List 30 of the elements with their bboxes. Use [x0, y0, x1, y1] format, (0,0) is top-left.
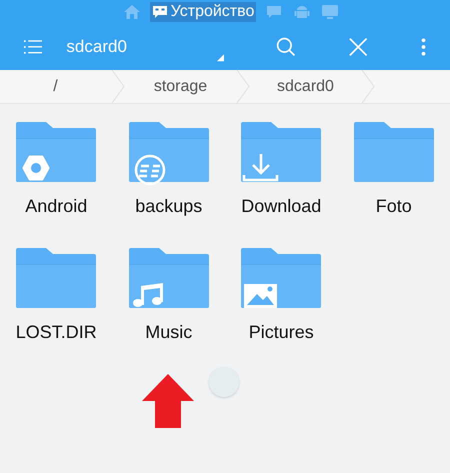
folder-icon[interactable] — [16, 248, 96, 308]
folder-name[interactable]: Pictures — [248, 322, 314, 343]
dropdown-corner-icon[interactable] — [216, 53, 224, 62]
folder-icon[interactable] — [241, 122, 322, 182]
network-icon — [322, 5, 338, 19]
search-icon[interactable] — [276, 35, 297, 59]
folder-name[interactable]: Foto — [376, 196, 412, 217]
location-tab[interactable]: Устройство — [150, 2, 256, 22]
pointer-arrow — [141, 374, 195, 428]
folder-icon[interactable] — [16, 122, 96, 182]
breadcrumb-item[interactable]: sdcard0 — [250, 78, 361, 96]
close-icon[interactable] — [348, 36, 367, 58]
folder-icon[interactable] — [241, 248, 322, 308]
folder-name[interactable]: backups — [135, 196, 202, 217]
folder-name[interactable]: Music — [145, 322, 192, 343]
android-icon — [294, 5, 310, 19]
folder-icon[interactable] — [128, 248, 209, 308]
folder-icon[interactable] — [354, 122, 434, 182]
breadcrumb-item[interactable]: storage — [125, 78, 236, 96]
folder-name[interactable]: Download — [241, 196, 322, 217]
device-icon — [152, 5, 168, 19]
folder-name[interactable]: LOST.DIR — [16, 322, 97, 343]
touch-indicator — [209, 367, 239, 397]
location-tab[interactable] — [122, 2, 142, 22]
menu-icon[interactable] — [24, 38, 42, 56]
home-icon — [124, 5, 140, 19]
location-tab[interactable] — [320, 2, 340, 22]
folder-name[interactable]: Android — [25, 196, 88, 217]
more-icon[interactable] — [420, 36, 426, 58]
breadcrumb-item[interactable]: / — [0, 78, 111, 96]
